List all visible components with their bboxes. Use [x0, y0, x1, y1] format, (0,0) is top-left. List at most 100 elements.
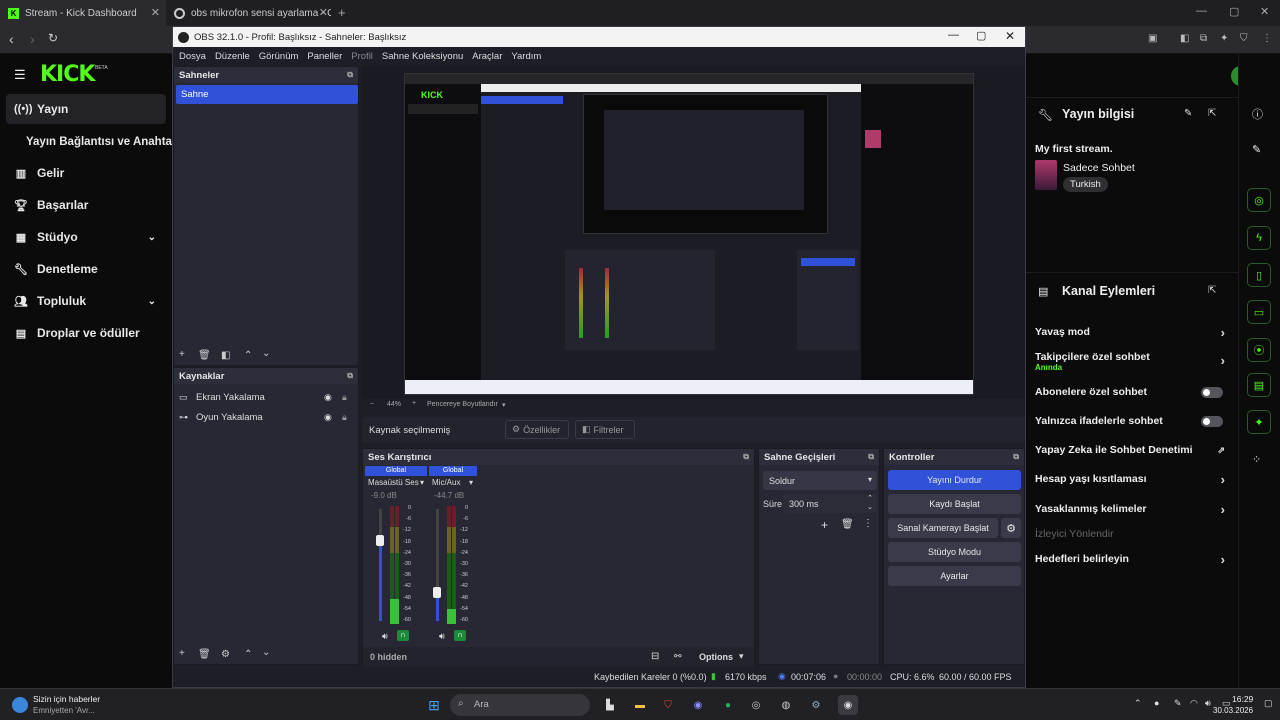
headphones-icon[interactable]: ∩	[454, 630, 466, 641]
reload-icon[interactable]: ↻	[48, 31, 58, 45]
nav-droplar[interactable]: ▤ Droplar ve ödüller	[6, 318, 166, 348]
tab-search-icon[interactable]: ▣	[1148, 33, 1157, 44]
broadcast-icon[interactable]: ⦿	[1247, 338, 1271, 362]
action-goals[interactable]: Hedefleri belirleyin ›	[1035, 552, 1225, 567]
chevron-down-icon[interactable]: ⌄	[148, 296, 156, 307]
volume-slider-handle[interactable]	[376, 535, 384, 546]
undock-icon[interactable]: ⧉	[1013, 452, 1019, 462]
settings-app-icon[interactable]: ⚙	[806, 695, 826, 715]
tray-chevron-icon[interactable]: ⌃	[1134, 698, 1142, 709]
trash-icon[interactable]: 🗑︎	[841, 519, 854, 530]
move-down-icon[interactable]: ⌄	[262, 647, 270, 658]
spotify-icon[interactable]: ●	[718, 695, 738, 715]
menu-yardim[interactable]: Yardım	[511, 51, 541, 62]
lightning-icon[interactable]: ϟ	[1247, 226, 1271, 250]
trash-icon[interactable]: 🗑︎	[198, 350, 211, 361]
tab-kick-dashboard[interactable]: K Stream - Kick Dashboard ✕	[0, 0, 166, 26]
menu-paneller[interactable]: Paneller	[307, 51, 342, 62]
undock-icon[interactable]: ⧉	[743, 452, 749, 462]
copilot-icon[interactable]: ✦	[1220, 33, 1228, 44]
settings-button[interactable]: Ayarlar	[888, 566, 1021, 586]
taskbar-search[interactable]: ⌕ Ara	[450, 694, 590, 716]
clipboard-icon[interactable]: ▯	[1247, 263, 1271, 287]
back-icon[interactable]: ‹	[9, 31, 14, 47]
pen-icon[interactable]: ✎	[1174, 698, 1182, 709]
eye-icon[interactable]: ◉	[324, 392, 332, 403]
menu-dots-icon[interactable]: ⋮	[1262, 33, 1272, 44]
toggle-switch[interactable]	[1201, 415, 1223, 427]
scene-item[interactable]: Sahne	[176, 85, 358, 104]
volume-slider-handle[interactable]	[433, 587, 441, 598]
shield-icon[interactable]: ⛉	[1240, 33, 1248, 44]
volume-icon[interactable]: 🔊︎	[1205, 698, 1211, 709]
fit-to-window[interactable]: Pencereye Boyutlandır	[427, 401, 498, 408]
app-icon[interactable]: ◍	[776, 695, 796, 715]
action-emotes-only[interactable]: Yalnızca ifadelerle sohbet	[1035, 415, 1225, 427]
move-up-icon[interactable]: ⌃	[244, 649, 252, 660]
gear-icon[interactable]: ⚙	[221, 649, 230, 660]
collections-icon[interactable]: ⧉	[1200, 33, 1207, 44]
windows-start-icon[interactable]: ⊞	[424, 695, 444, 715]
mic-icon[interactable]: ●	[1154, 698, 1159, 708]
layout-icon[interactable]: ⊟	[651, 651, 659, 662]
kick-logo[interactable]: KICK	[40, 62, 95, 87]
chevron-down-icon[interactable]: ▾	[739, 651, 744, 662]
menu-sahne-koleksiyonu[interactable]: Sahne Koleksiyonu	[382, 51, 463, 62]
settings-dots-icon[interactable]: ⁘	[1252, 453, 1261, 466]
chat-icon[interactable]: ▭	[1247, 300, 1271, 324]
news-title[interactable]: Sizin için haberler	[33, 694, 100, 704]
maximize-window-icon[interactable]: ▢	[976, 29, 986, 42]
start-virtual-camera-button[interactable]: Sanal Kamerayı Başlat	[888, 518, 998, 538]
minimize-window-icon[interactable]: —	[1196, 5, 1207, 17]
undock-icon[interactable]: ⧉	[347, 70, 353, 80]
weather-icon[interactable]	[12, 697, 28, 713]
nav-studyo[interactable]: ▦ Stüdyo ⌄	[6, 222, 166, 252]
preview-area[interactable]: KICK	[362, 66, 1025, 399]
stop-streaming-button[interactable]: Yayını Durdur	[888, 470, 1021, 490]
lock-icon[interactable]: 🔒︎	[342, 412, 347, 423]
obs-app-icon[interactable]: ◉	[838, 695, 858, 715]
spin-down-icon[interactable]: ⌄	[867, 503, 873, 511]
menu-duzenle[interactable]: Düzenle	[215, 51, 250, 62]
gear-icon[interactable]: ⚙	[1001, 518, 1021, 538]
nav-basarilar[interactable]: 🏆︎ Başarılar	[6, 190, 166, 220]
move-down-icon[interactable]: ⌄	[262, 348, 270, 359]
nav-gelir[interactable]: ▥ Gelir	[6, 158, 166, 188]
filter-icon[interactable]: ◧	[221, 350, 230, 361]
start-recording-button[interactable]: Kaydı Başlat	[888, 494, 1021, 514]
action-slow-mode[interactable]: Yavaş mod ›	[1035, 325, 1225, 340]
headphones-icon[interactable]: ∩	[397, 630, 409, 641]
menu-gorunum[interactable]: Görünüm	[259, 51, 299, 62]
nav-yayin[interactable]: ((•)) Yayın	[6, 94, 166, 124]
menu-araclar[interactable]: Araçlar	[472, 51, 502, 62]
zoom-in-icon[interactable]: +	[412, 400, 416, 407]
notifications-icon[interactable]: ▢	[1264, 698, 1273, 709]
close-window-icon[interactable]: ✕	[1260, 5, 1269, 18]
forward-icon[interactable]: ›	[30, 31, 35, 47]
spin-up-icon[interactable]: ⌃	[867, 494, 873, 502]
server-icon[interactable]: ▤	[1247, 373, 1271, 397]
studio-mode-button[interactable]: Stüdyo Modu	[888, 542, 1021, 562]
wrench-icon[interactable]: ✦	[1247, 410, 1271, 434]
task-view-icon[interactable]: ▙	[600, 695, 620, 715]
popout-icon[interactable]: ⇱	[1208, 285, 1216, 296]
duration-input[interactable]: 300 ms ⌃ ⌄	[783, 494, 877, 513]
category-name[interactable]: Sadece Sohbet	[1063, 162, 1135, 174]
nav-topluluk[interactable]: 👥︎ Topluluk ⌄	[6, 286, 166, 316]
new-tab-button[interactable]: +	[338, 5, 346, 20]
action-followers-only[interactable]: Takipçilere özel sohbet Anında ›	[1035, 351, 1225, 372]
speaker-icon[interactable]: 🔊︎	[439, 631, 445, 642]
edit-icon[interactable]: ✎	[1184, 108, 1192, 119]
add-icon[interactable]: +	[179, 349, 185, 360]
hamburger-menu-icon[interactable]: ☰	[14, 67, 26, 83]
popout-icon[interactable]: ⇱	[1208, 108, 1216, 119]
source-item[interactable]: ⊶ Oyun Yakalama ◉ 🔒︎	[179, 409, 355, 425]
toggle-switch[interactable]	[1201, 386, 1223, 398]
zoom-out-icon[interactable]: −	[370, 401, 374, 408]
menu-dots-icon[interactable]: ⋮	[863, 518, 873, 529]
maximize-window-icon[interactable]: ▢	[1229, 5, 1239, 18]
pencil-icon[interactable]: ✎	[1252, 143, 1261, 156]
file-explorer-icon[interactable]: ▬	[630, 695, 650, 715]
undock-icon[interactable]: ⧉	[868, 452, 874, 462]
link-icon[interactable]: ⚯	[674, 651, 682, 662]
